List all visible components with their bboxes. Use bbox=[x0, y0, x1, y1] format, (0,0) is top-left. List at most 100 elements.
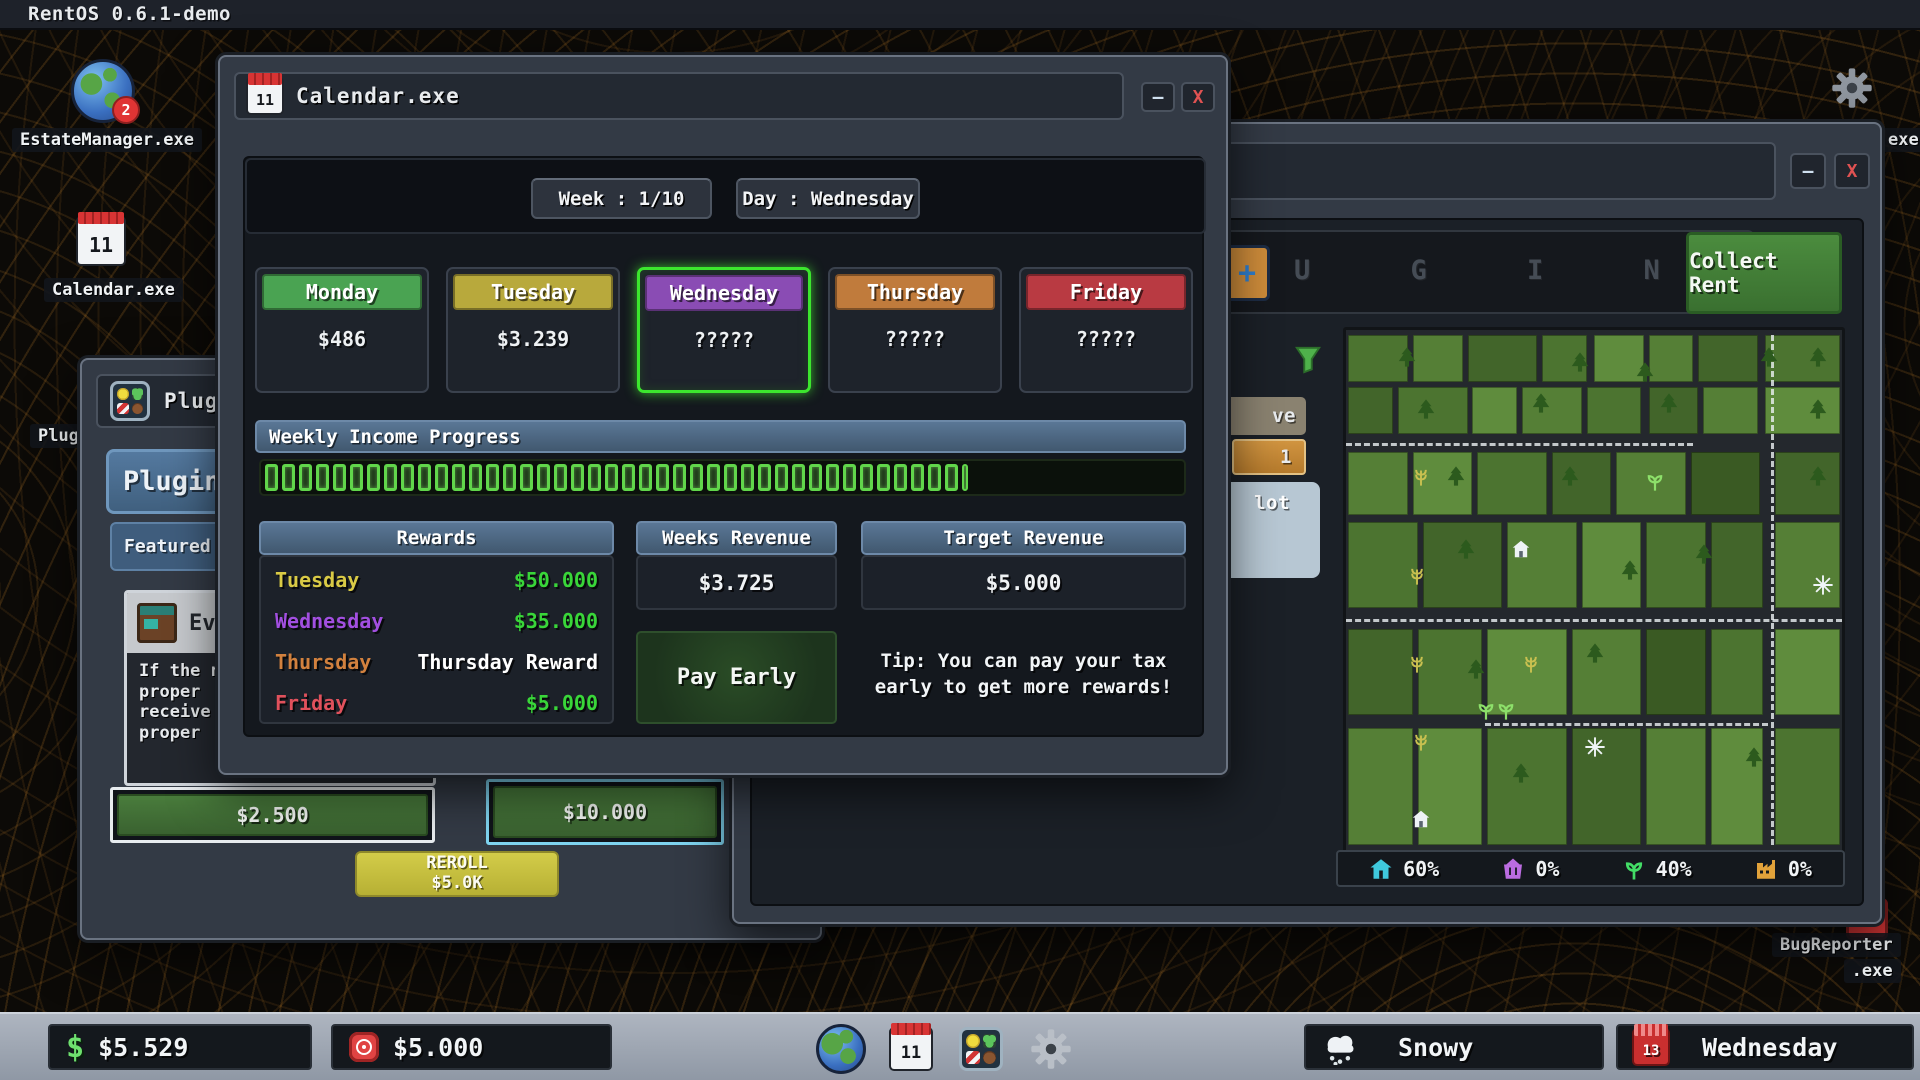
day-card-friday[interactable]: Friday????? bbox=[1019, 267, 1193, 393]
day-card-value: $486 bbox=[257, 327, 427, 351]
map-tile[interactable] bbox=[1507, 522, 1576, 608]
weeks-revenue-value: $3.725 bbox=[636, 555, 837, 610]
map-tile[interactable] bbox=[1711, 522, 1763, 608]
pine-icon bbox=[1510, 762, 1532, 784]
reward-day: Thursday bbox=[275, 650, 371, 674]
taskbar-estate-manager-button[interactable] bbox=[814, 1022, 868, 1076]
minimize-button[interactable]: – bbox=[1141, 82, 1175, 112]
day-card-thursday[interactable]: Thursday????? bbox=[828, 267, 1002, 393]
slot-panel-fragment: lot bbox=[1224, 482, 1320, 578]
estate-manager-desktop-icon[interactable]: 2 bbox=[71, 59, 135, 123]
progress-segment bbox=[894, 464, 907, 491]
bugreporter-icon-label: BugReporter .exe bbox=[1772, 933, 1901, 983]
pay-early-button[interactable]: Pay Early bbox=[636, 631, 837, 724]
snow-icon bbox=[1322, 1029, 1358, 1065]
pine-icon bbox=[1465, 658, 1487, 680]
calendar-window-titlebar[interactable]: 11 Calendar.exe bbox=[234, 72, 1124, 120]
map-tile[interactable] bbox=[1487, 728, 1566, 845]
map-stat: 40% bbox=[1622, 857, 1692, 881]
close-button[interactable]: X bbox=[1834, 153, 1870, 189]
map-tile[interactable] bbox=[1472, 387, 1517, 434]
quantity-button[interactable]: 1 bbox=[1232, 439, 1306, 475]
map-tile[interactable] bbox=[1711, 629, 1763, 715]
map-tile[interactable] bbox=[1348, 387, 1393, 434]
pine-icon bbox=[1658, 392, 1680, 414]
day-card-wednesday[interactable]: Wednesday????? bbox=[637, 267, 811, 393]
progress-segment bbox=[554, 464, 567, 491]
map-tile[interactable] bbox=[1468, 335, 1537, 382]
map-tile[interactable] bbox=[1775, 629, 1839, 715]
week-indicator[interactable]: Week : 1/10 bbox=[531, 178, 712, 219]
map-tile[interactable] bbox=[1646, 728, 1706, 845]
minimize-button[interactable]: – bbox=[1790, 153, 1826, 189]
progress-segment bbox=[367, 464, 380, 491]
plugin-price-card[interactable]: $2.500 bbox=[110, 787, 435, 843]
progress-segment bbox=[452, 464, 465, 491]
wheat-icon bbox=[1520, 652, 1542, 674]
close-button[interactable]: X bbox=[1181, 82, 1215, 112]
house-icon bbox=[1369, 857, 1393, 881]
progress-segment bbox=[605, 464, 618, 491]
reward-value: $50.000 bbox=[514, 568, 598, 592]
buy-button[interactable]: $2.500 bbox=[117, 794, 428, 836]
map-tile[interactable] bbox=[1691, 452, 1760, 514]
map-tile[interactable] bbox=[1572, 728, 1641, 845]
map-tile[interactable] bbox=[1572, 629, 1641, 715]
gear-icon[interactable] bbox=[1831, 67, 1873, 109]
day-card-header: Tuesday bbox=[453, 274, 613, 310]
os-title: RentOS 0.6.1-demo bbox=[28, 3, 231, 25]
taskbar-settings-button[interactable] bbox=[1024, 1022, 1078, 1076]
map-tile[interactable] bbox=[1646, 629, 1706, 715]
progress-segment bbox=[724, 464, 737, 491]
map-tile[interactable] bbox=[1775, 728, 1839, 845]
add-plugin-button[interactable]: + bbox=[1224, 245, 1270, 301]
calendar-window-title: Calendar.exe bbox=[296, 84, 460, 108]
progress-segment bbox=[401, 464, 414, 491]
weather-display: Snowy bbox=[1304, 1024, 1604, 1070]
map-tile[interactable] bbox=[1423, 522, 1502, 608]
progress-segment bbox=[350, 464, 363, 491]
plugin-price-card-2[interactable]: $10.000 bbox=[486, 779, 724, 845]
progress-segment bbox=[299, 464, 312, 491]
day-card-tuesday[interactable]: Tuesday $3.239 bbox=[446, 267, 620, 393]
progress-segment bbox=[911, 464, 924, 491]
taskbar-calendar-button[interactable]: 11 bbox=[884, 1022, 938, 1076]
snow-icon bbox=[1812, 574, 1834, 596]
map-tile[interactable] bbox=[1698, 335, 1758, 382]
taskbar-plugins-button[interactable] bbox=[954, 1022, 1008, 1076]
map-tile[interactable] bbox=[1348, 452, 1408, 514]
reroll-button[interactable]: REROLL $5.0K bbox=[355, 851, 559, 897]
reward-value: $5.000 bbox=[526, 691, 598, 715]
estate-map[interactable] bbox=[1343, 327, 1845, 853]
pine-icon bbox=[1559, 465, 1581, 487]
day-card-monday[interactable]: Monday$486 bbox=[255, 267, 429, 393]
progress-segment bbox=[945, 464, 958, 491]
buy-button-2[interactable]: $10.000 bbox=[493, 786, 717, 838]
day-card-header: Wednesday bbox=[645, 275, 803, 311]
map-tile[interactable] bbox=[1477, 452, 1546, 514]
map-tile[interactable] bbox=[1646, 522, 1706, 608]
map-tile[interactable] bbox=[1703, 387, 1758, 434]
map-tile[interactable] bbox=[1587, 387, 1642, 434]
collect-rent-button[interactable]: Collect Rent bbox=[1686, 232, 1842, 314]
progress-segment bbox=[571, 464, 584, 491]
map-road-line bbox=[1346, 619, 1842, 622]
day-card-value: $3.239 bbox=[448, 327, 618, 351]
stat-value: 40% bbox=[1656, 857, 1692, 881]
map-tile[interactable] bbox=[1413, 335, 1463, 382]
map-tile[interactable] bbox=[1348, 728, 1412, 845]
wheat-icon bbox=[1410, 730, 1432, 752]
filter-funnel-icon[interactable] bbox=[1292, 344, 1324, 374]
pine-icon bbox=[1634, 361, 1656, 383]
sprout-icon bbox=[1495, 699, 1517, 721]
calendar-window-content: Week : 1/10 Day : Wednesday Monday$486Tu… bbox=[243, 156, 1204, 737]
plugins-icon bbox=[110, 381, 150, 421]
progress-segment bbox=[775, 464, 788, 491]
progress-segment bbox=[520, 464, 533, 491]
map-tile[interactable] bbox=[1348, 629, 1412, 715]
gear-icon bbox=[1030, 1028, 1072, 1070]
calendar-desktop-icon[interactable]: 11 bbox=[78, 218, 124, 264]
calendar-icon-label: Calendar.exe bbox=[44, 278, 183, 302]
day-indicator[interactable]: Day : Wednesday bbox=[736, 178, 920, 219]
day-card-header: Friday bbox=[1026, 274, 1186, 310]
